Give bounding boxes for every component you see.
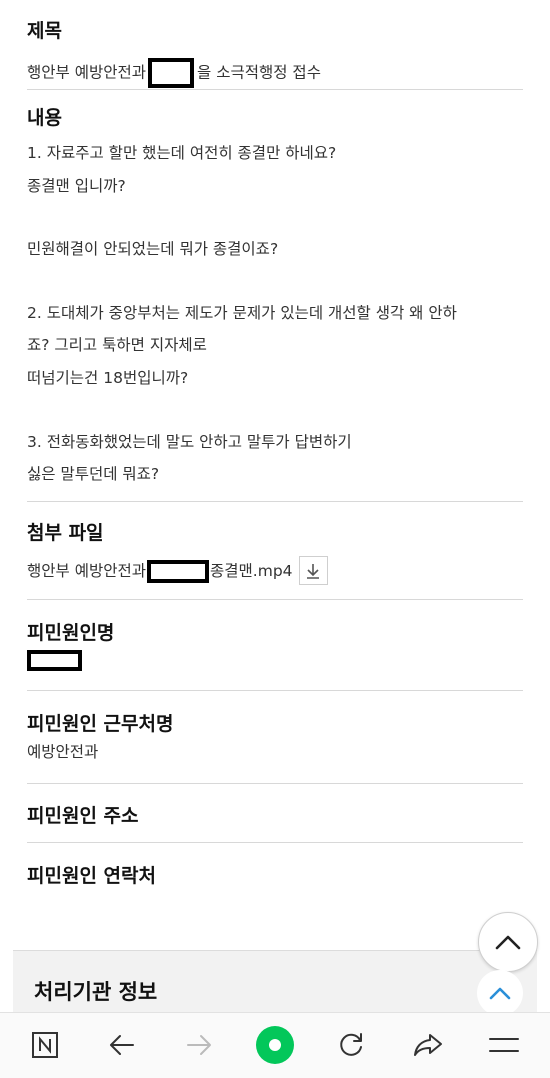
respondent-address-section: 피민원인 주소 [27,784,523,843]
back-button[interactable] [102,1025,142,1065]
body-line: 3. 전화동화했었는데 말도 안하고 말투가 답변하기 [27,433,352,451]
respondent-address-label: 피민원인 주소 [27,805,139,827]
respondent-workplace-section: 피민원인 근무처명 예방안전과 [27,691,523,784]
body-line: 2. 도대체가 중앙부처는 제도가 문제가 있는데 개선할 생각 왜 안하 [27,304,457,322]
title-value: 행안부 예방안전과 을 소극적행정 접수 [27,58,321,88]
body-line: 떠넘기는건 18번입니까? [27,369,189,387]
respondent-workplace-value: 예방안전과 [27,743,99,761]
share-icon [414,1034,442,1056]
n-logo-icon [32,1032,58,1058]
respondent-contact-label: 피민원인 연락처 [27,865,156,887]
body-line: 민원해결이 안되었는데 뭐가 종결이죠? [27,240,279,258]
body-section: 내용 1. 자료주고 할만 했는데 여전히 종결만 하네요? 종결맨 입니까? … [27,90,523,502]
forward-button[interactable] [179,1025,219,1065]
browser-bottom-navbar [0,1012,550,1078]
chevron-up-icon [495,935,521,950]
attachment-section: 첨부 파일 행안부 예방안전과 종결맨.mp4 [27,502,523,600]
green-dot-button[interactable] [255,1025,295,1065]
agency-panel-toggle-button[interactable] [477,970,523,1016]
body-label: 내용 [27,107,62,129]
respondent-contact-section: 피민원인 연락처 [27,843,523,901]
hamburger-menu-icon [489,1038,519,1052]
arrow-left-icon [110,1035,134,1055]
title-value-prefix: 행안부 예방안전과 [27,63,147,82]
attachment-file-row: 행안부 예방안전과 종결맨.mp4 [27,556,328,585]
respondent-name-section: 피민원인명 [27,600,523,691]
agency-info-panel[interactable]: 처리기관 정보 [13,950,537,1013]
title-label: 제목 [27,20,62,42]
redacted-box [148,58,195,88]
agency-info-label: 처리기관 정보 [34,980,158,1004]
body-line: 죠? 그리고 툭하면 지자체로 [27,336,207,354]
body-line: 1. 자료주고 할만 했는데 여전히 종결만 하네요? [27,144,337,162]
respondent-name-label: 피민원인명 [27,622,115,644]
refresh-icon [340,1033,362,1056]
green-dot-icon [256,1026,294,1064]
download-button[interactable] [298,556,328,585]
title-value-suffix: 을 소극적행정 접수 [197,63,321,82]
menu-button[interactable] [484,1025,524,1065]
attachment-label: 첨부 파일 [27,522,104,544]
download-icon [307,563,320,579]
refresh-button[interactable] [331,1025,371,1065]
scroll-to-top-button[interactable] [478,912,538,972]
attachment-file-link[interactable]: 행안부 예방안전과 종결맨.mp4 [27,559,293,583]
respondent-workplace-label: 피민원인 근무처명 [27,713,174,735]
redacted-box [27,650,82,671]
share-button[interactable] [408,1025,448,1065]
chevron-up-icon [489,987,511,1000]
file-name-prefix: 행안부 예방안전과 [27,561,147,580]
arrow-right-icon [187,1035,211,1055]
body-line: 싫은 말투던데 뭐죠? [27,465,160,483]
body-line: 종결맨 입니까? [27,177,126,195]
redacted-box [147,559,210,583]
naver-home-button[interactable] [25,1025,65,1065]
title-section: 제목 행안부 예방안전과 을 소극적행정 접수 [27,14,523,90]
file-name-suffix: 종결맨.mp4 [210,561,293,580]
